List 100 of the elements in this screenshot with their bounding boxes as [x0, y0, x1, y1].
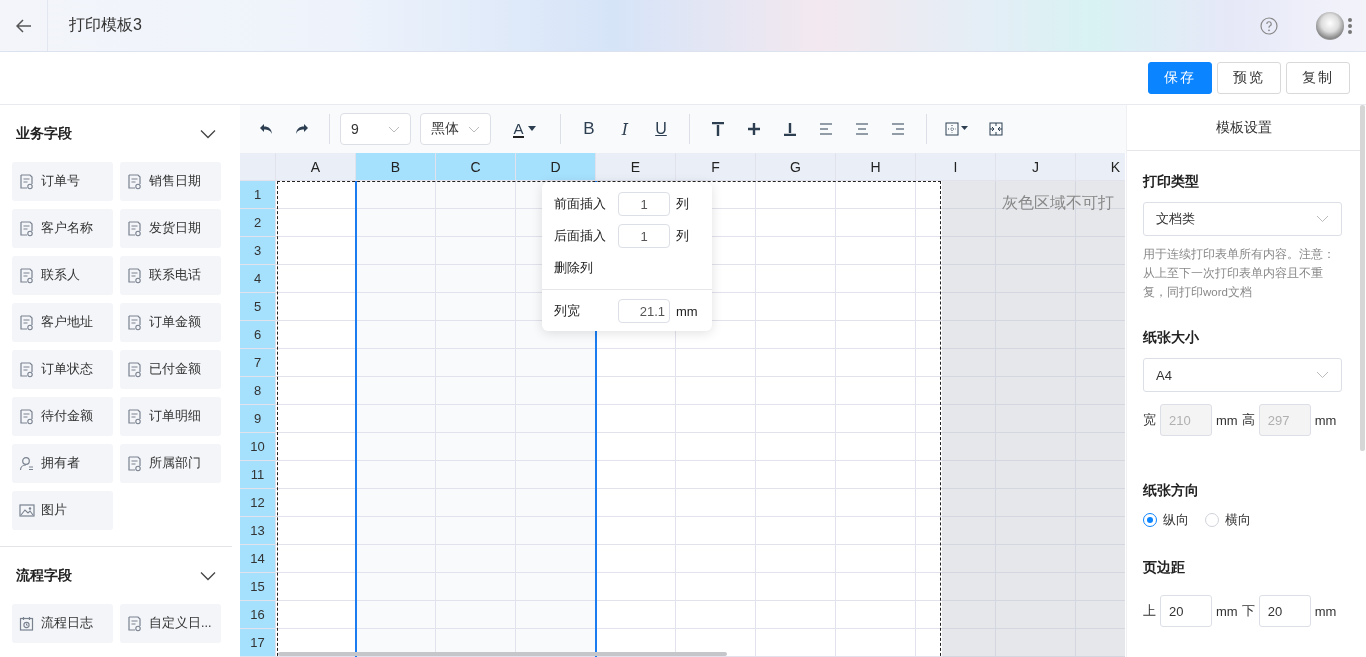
row-header[interactable]: 16: [240, 601, 276, 629]
column-header[interactable]: K: [1076, 153, 1125, 181]
corner-cell[interactable]: [240, 153, 276, 181]
field-item[interactable]: 销售日期: [120, 162, 221, 201]
scrollbar-thumb[interactable]: [1360, 105, 1365, 451]
row-header[interactable]: 10: [240, 433, 276, 461]
document-icon: [127, 267, 143, 284]
field-item[interactable]: 发货日期: [120, 209, 221, 248]
field-item[interactable]: 自定义日...: [120, 604, 221, 643]
chevron-down-icon: [388, 125, 400, 133]
column-header[interactable]: A: [276, 153, 356, 181]
action-button[interactable]: 预览: [1217, 62, 1281, 94]
font-select[interactable]: 黑体: [420, 113, 491, 145]
column-header[interactable]: C: [436, 153, 516, 181]
align-left-icon[interactable]: [819, 122, 833, 136]
field-label: 客户地址: [41, 314, 93, 331]
font-size-select[interactable]: 9: [340, 113, 411, 145]
document-icon: [127, 220, 143, 237]
user-avatar[interactable]: [1316, 11, 1344, 40]
unit-label: mm: [1314, 603, 1337, 619]
count-input[interactable]: 1: [618, 224, 670, 248]
section-title: 业务字段: [16, 124, 72, 143]
field-item[interactable]: 订单明细: [120, 397, 221, 436]
row-header[interactable]: 17: [240, 629, 276, 657]
align-middle-icon[interactable]: [747, 122, 761, 136]
column-header[interactable]: G: [756, 153, 836, 181]
field-item[interactable]: 流程日志: [12, 604, 113, 643]
row-header[interactable]: 13: [240, 517, 276, 545]
column-header[interactable]: F: [676, 153, 756, 181]
bottom-margin-input[interactable]: 20: [1258, 595, 1311, 627]
field-item[interactable]: 订单状态: [12, 350, 113, 389]
count-input[interactable]: 1: [618, 192, 670, 216]
column-header[interactable]: J: [996, 153, 1076, 181]
align-right-icon[interactable]: [891, 122, 905, 136]
undo-icon[interactable]: [259, 123, 273, 135]
align-bottom-icon[interactable]: [783, 122, 797, 136]
row-header[interactable]: 6: [240, 321, 276, 349]
field-item[interactable]: 图片: [12, 491, 113, 530]
row-header[interactable]: 2: [240, 209, 276, 237]
font-size-value: 9: [351, 121, 359, 137]
document-icon: [127, 173, 143, 190]
field-label: 纸张方向: [1143, 482, 1200, 500]
document-icon: [127, 455, 143, 472]
font-color-button[interactable]: A: [500, 114, 550, 144]
field-item[interactable]: 拥有者: [12, 444, 113, 483]
horizontal-scrollbar[interactable]: [278, 652, 727, 656]
row-header[interactable]: 5: [240, 293, 276, 321]
row-header[interactable]: 15: [240, 573, 276, 601]
unit-label: mm: [676, 303, 698, 319]
delete-column-item[interactable]: 删除列: [554, 259, 593, 277]
redo-icon[interactable]: [295, 123, 309, 135]
chevron-icon[interactable]: [200, 570, 216, 581]
select-value: A4: [1156, 367, 1172, 383]
row-header[interactable]: 11: [240, 461, 276, 489]
field-label: 待付金额: [41, 408, 93, 425]
column-width-input[interactable]: 21.1: [618, 299, 670, 323]
help-icon[interactable]: [1260, 16, 1278, 35]
field-item[interactable]: 待付金额: [12, 397, 113, 436]
row-header[interactable]: 14: [240, 545, 276, 573]
field-label: 销售日期: [149, 173, 201, 190]
border-icon[interactable]: [945, 122, 969, 136]
bold-button[interactable]: B: [571, 114, 607, 144]
more-icon[interactable]: [1348, 16, 1352, 35]
field-label: 联系人: [41, 267, 80, 284]
field-item[interactable]: 已付金额: [120, 350, 221, 389]
row-header[interactable]: 1: [240, 181, 276, 209]
row-header[interactable]: 4: [240, 265, 276, 293]
input-label: 宽: [1143, 411, 1156, 429]
column-header[interactable]: E: [596, 153, 676, 181]
align-top-icon[interactable]: [711, 122, 725, 136]
top-margin-input[interactable]: 20: [1160, 595, 1212, 627]
field-item[interactable]: 联系人: [12, 256, 113, 295]
row-header[interactable]: 8: [240, 377, 276, 405]
field-item[interactable]: 订单金额: [120, 303, 221, 342]
field-item[interactable]: 联系电话: [120, 256, 221, 295]
italic-button[interactable]: I: [607, 114, 643, 144]
field-item[interactable]: 订单号: [12, 162, 113, 201]
field-item[interactable]: 所属部门: [120, 444, 221, 483]
row-header[interactable]: 9: [240, 405, 276, 433]
document-icon: [19, 267, 35, 284]
save-button[interactable]: 保存: [1148, 62, 1212, 94]
action-button[interactable]: 复制: [1286, 62, 1350, 94]
row-header[interactable]: 7: [240, 349, 276, 377]
underline-button[interactable]: U: [643, 114, 679, 144]
align-center-icon[interactable]: [855, 122, 869, 136]
unit-label: mm: [1216, 603, 1238, 619]
column-header[interactable]: I: [916, 153, 996, 181]
column-header[interactable]: B: [356, 153, 436, 181]
column-header[interactable]: H: [836, 153, 916, 181]
print-type-select[interactable]: 文档类: [1143, 202, 1342, 236]
chevron-icon[interactable]: [200, 128, 216, 139]
row-header[interactable]: 12: [240, 489, 276, 517]
font-name: 黑体: [431, 120, 459, 138]
row-header[interactable]: 3: [240, 237, 276, 265]
calendar-clock-icon: [19, 615, 35, 632]
field-item[interactable]: 客户名称: [12, 209, 113, 248]
field-item[interactable]: 客户地址: [12, 303, 113, 342]
merge-cells-icon[interactable]: [989, 122, 1003, 136]
print-area-note: 灰色区域不可打: [1002, 193, 1114, 213]
column-header[interactable]: D: [516, 153, 596, 181]
